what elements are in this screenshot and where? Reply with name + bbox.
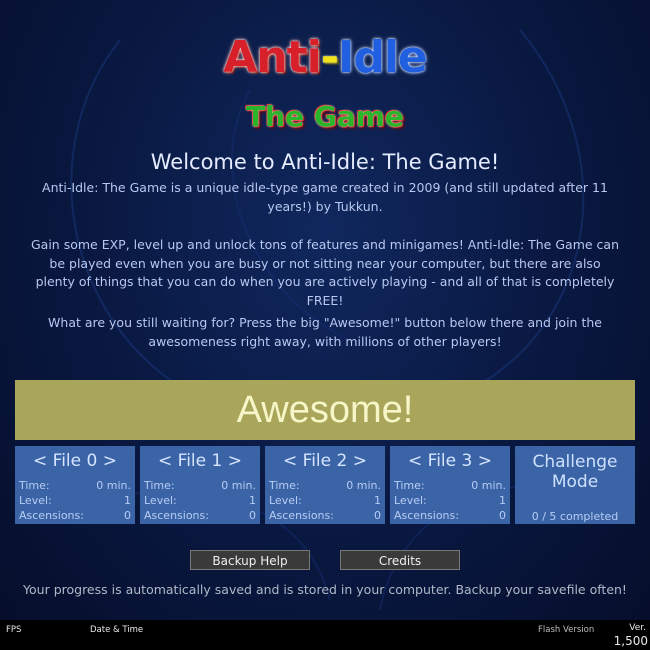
file-level-row: Level: 1 [394, 494, 506, 509]
version-label: Ver. [629, 623, 646, 633]
credits-button[interactable]: Credits [340, 550, 460, 570]
time-label: Time: [19, 479, 50, 492]
ascensions-label: Ascensions: [269, 509, 334, 522]
logo-idle: Idle [337, 32, 428, 83]
backup-help-button[interactable]: Backup Help [190, 550, 310, 570]
challenge-title: Challenge Mode [515, 452, 635, 492]
ascensions-label: Ascensions: [394, 509, 459, 522]
challenge-progress: 0 / 5 completed [531, 510, 619, 523]
save-file-slot-3[interactable]: < File 3 > Time: 0 min. Level: 1 Ascension… [390, 446, 510, 524]
welcome-heading: Welcome to Anti-Idle: The Game! [150, 150, 500, 174]
time-label: Time: [394, 479, 425, 492]
time-value: 0 min. [346, 479, 381, 492]
file-title[interactable]: < File 1 > [140, 451, 260, 473]
awesome-button[interactable]: Awesome! [15, 380, 635, 440]
file-title[interactable]: < File 3 > [390, 451, 510, 473]
file-title[interactable]: < File 2 > [265, 451, 385, 473]
file-level-row: Level: 1 [144, 494, 256, 509]
file-time-row: Time: 0 min. [269, 479, 381, 494]
file-time-row: Time: 0 min. [144, 479, 256, 494]
file-time-row: Time: 0 min. [394, 479, 506, 494]
ascensions-value: 0 [124, 509, 131, 522]
challenge-mode-button[interactable]: Challenge Mode 0 / 5 completed [515, 446, 635, 524]
level-label: Level: [394, 494, 427, 507]
time-label: Time: [144, 479, 175, 492]
ascensions-value: 0 [249, 509, 256, 522]
level-value: 1 [249, 494, 256, 507]
level-value: 1 [499, 494, 506, 507]
save-file-slot-0[interactable]: < File 0 > Time: 0 min. Level: 1 Ascension… [15, 446, 135, 524]
time-value: 0 min. [96, 479, 131, 492]
logo-dash: - [320, 32, 339, 83]
save-file-slot-2[interactable]: < File 2 > Time: 0 min. Level: 1 Ascension… [265, 446, 385, 524]
level-label: Level: [269, 494, 302, 507]
autosave-note: Your progress is automatically saved and… [23, 582, 627, 597]
fps-label: FPS [6, 625, 22, 635]
file-level-row: Level: 1 [269, 494, 381, 509]
save-file-slot-1[interactable]: < File 1 > Time: 0 min. Level: 1 Ascension… [140, 446, 260, 524]
challenge-title-line-2: Mode [551, 472, 599, 492]
time-value: 0 min. [471, 479, 506, 492]
file-ascensions-row: Ascensions: 0 [19, 509, 131, 524]
level-label: Level: [144, 494, 177, 507]
file-ascensions-row: Ascensions: 0 [144, 509, 256, 524]
ascensions-label: Ascensions: [144, 509, 209, 522]
logo-anti: Anti [223, 32, 321, 83]
file-ascensions-row: Ascensions: 0 [269, 509, 381, 524]
time-value: 0 min. [221, 479, 256, 492]
file-time-row: Time: 0 min. [19, 479, 131, 494]
description-paragraph-1: Anti-Idle: The Game is a unique idle-typ… [42, 180, 608, 214]
description-paragraph-3: What are you still waiting for? Press th… [48, 315, 602, 349]
description-paragraph-2: Gain some EXP, level up and unlock tons … [30, 237, 619, 308]
flash-version-label: Flash Version [538, 625, 595, 635]
version-number: 1,500 [613, 634, 648, 648]
logo-subtitle: The Game [246, 100, 404, 133]
ascensions-value: 0 [374, 509, 381, 522]
level-value: 1 [374, 494, 381, 507]
file-title[interactable]: < File 0 > [15, 451, 135, 473]
ascensions-value: 0 [499, 509, 506, 522]
file-level-row: Level: 1 [19, 494, 131, 509]
level-label: Level: [19, 494, 52, 507]
ascensions-label: Ascensions: [19, 509, 84, 522]
file-ascensions-row: Ascensions: 0 [394, 509, 506, 524]
date-time-label: Date & Time [90, 625, 144, 635]
challenge-title-line-1: Challenge [532, 452, 618, 472]
game-logo: Anti-Idle [0, 32, 650, 83]
status-footer: FPS Date & Time Flash Version Ver. 1,500 [0, 620, 650, 650]
level-value: 1 [124, 494, 131, 507]
time-label: Time: [269, 479, 300, 492]
